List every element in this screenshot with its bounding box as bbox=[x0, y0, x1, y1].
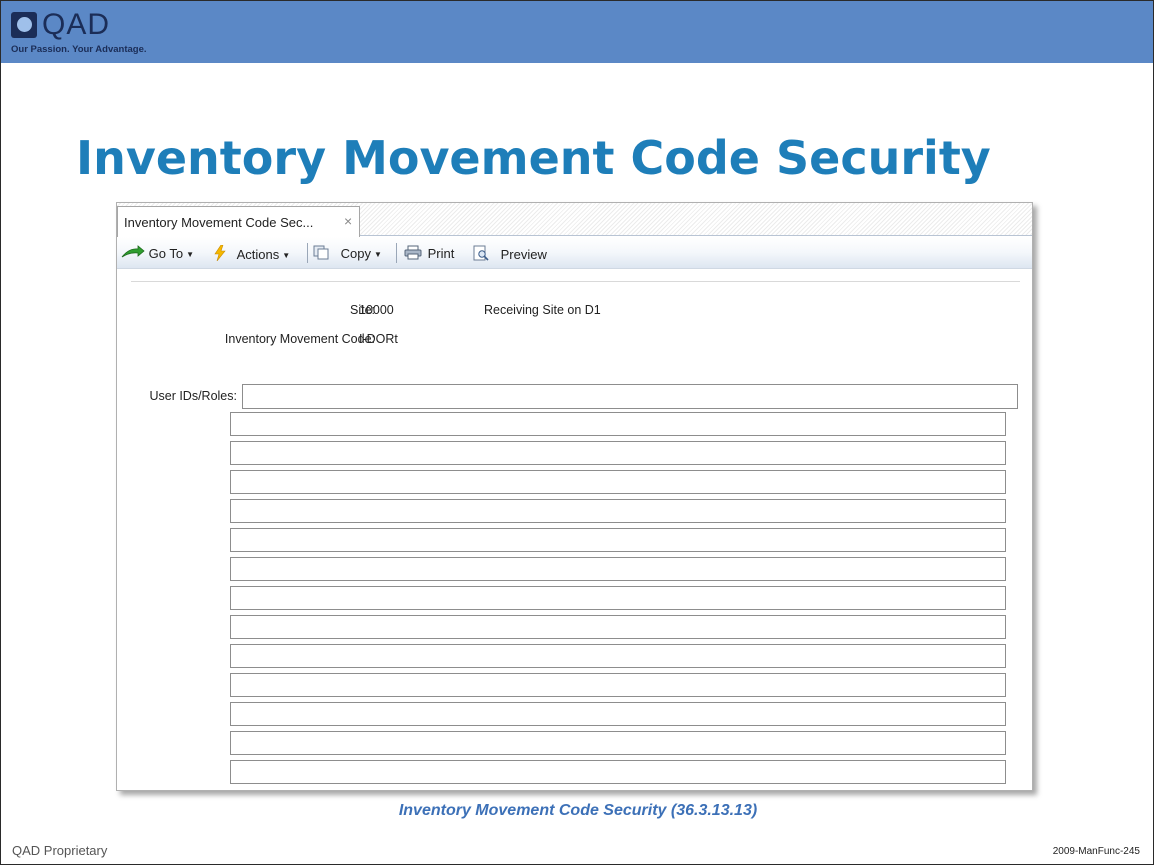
app-window: Inventory Movement Code Sec... × Go To ▼ … bbox=[116, 202, 1033, 791]
user-ids-roles-row-field[interactable] bbox=[230, 441, 1006, 465]
toolbar-divider bbox=[396, 243, 397, 263]
footer-slide-id: 2009-ManFunc-245 bbox=[1052, 846, 1140, 857]
chevron-down-icon: ▼ bbox=[186, 249, 194, 259]
user-ids-roles-row-field[interactable] bbox=[230, 499, 1006, 523]
toolbar-divider bbox=[307, 243, 308, 263]
user-ids-roles-row-field[interactable] bbox=[230, 412, 1006, 436]
goto-button[interactable]: Go To ▼ bbox=[121, 245, 194, 263]
user-ids-roles-row-field[interactable] bbox=[230, 731, 1006, 755]
slide-caption: Inventory Movement Code Security (36.3.1… bbox=[398, 802, 758, 819]
preview-icon bbox=[473, 245, 489, 266]
copy-button[interactable]: Copy ▼ bbox=[313, 245, 382, 263]
print-button[interactable]: Print bbox=[404, 245, 454, 263]
qad-logo-icon bbox=[11, 12, 37, 38]
site-description: Receiving Site on D1 bbox=[484, 303, 601, 317]
inventory-movement-code-value: I-DORt bbox=[359, 332, 398, 346]
user-ids-roles-row-field[interactable] bbox=[230, 615, 1006, 639]
copy-label: Copy bbox=[340, 246, 371, 262]
user-ids-roles-row-field[interactable] bbox=[230, 644, 1006, 668]
qad-logo: QAD Our Passion. Your Advantage. bbox=[11, 8, 181, 59]
user-ids-roles-label: User IDs/Roles: bbox=[149, 389, 237, 403]
user-ids-roles-row-field[interactable] bbox=[230, 760, 1006, 784]
user-ids-roles-row-field[interactable] bbox=[230, 673, 1006, 697]
inventory-movement-code-label: Inventory Movement Code: bbox=[224, 332, 375, 346]
preview-button[interactable]: Preview bbox=[473, 245, 547, 263]
slide: QAD Our Passion. Your Advantage. Invento… bbox=[0, 0, 1154, 865]
chevron-down-icon: ▼ bbox=[373, 250, 382, 259]
tab-label: Inventory Movement Code Sec... bbox=[124, 215, 314, 230]
form-divider bbox=[131, 281, 1020, 282]
printer-icon bbox=[404, 245, 422, 265]
lightning-icon bbox=[213, 244, 227, 266]
site-value: 10000 bbox=[359, 303, 394, 317]
go-arrow-icon bbox=[121, 245, 145, 264]
goto-label: Go To bbox=[148, 246, 184, 261]
header-banner: QAD Our Passion. Your Advantage. bbox=[1, 1, 1153, 63]
actions-button[interactable]: Actions ▼ bbox=[213, 244, 291, 266]
preview-label: Preview bbox=[500, 246, 547, 262]
chevron-down-icon: ▼ bbox=[282, 250, 291, 260]
logo-text: QAD bbox=[42, 8, 111, 41]
logo-tagline: Our Passion. Your Advantage. bbox=[11, 44, 147, 55]
user-ids-roles-row-field[interactable] bbox=[230, 586, 1006, 610]
user-ids-roles-row-field[interactable] bbox=[230, 528, 1006, 552]
copy-icon bbox=[313, 245, 329, 265]
footer-proprietary: QAD Proprietary bbox=[12, 843, 108, 858]
slide-title: Inventory Movement Code Security bbox=[76, 131, 991, 185]
tab-strip: Inventory Movement Code Sec... × bbox=[117, 203, 1032, 237]
actions-label: Actions bbox=[236, 246, 280, 262]
user-ids-roles-field[interactable] bbox=[242, 384, 1018, 409]
user-ids-roles-row-field[interactable] bbox=[230, 702, 1006, 726]
user-ids-roles-row-field[interactable] bbox=[230, 557, 1006, 581]
print-label: Print bbox=[427, 246, 455, 262]
user-ids-roles-row-field[interactable] bbox=[230, 470, 1006, 494]
tab-inventory-movement-code-security[interactable]: Inventory Movement Code Sec... × bbox=[117, 206, 360, 237]
toolbar: Go To ▼ Actions ▼ Copy ▼ Print Preview bbox=[117, 237, 1032, 269]
close-icon[interactable]: × bbox=[344, 213, 352, 229]
